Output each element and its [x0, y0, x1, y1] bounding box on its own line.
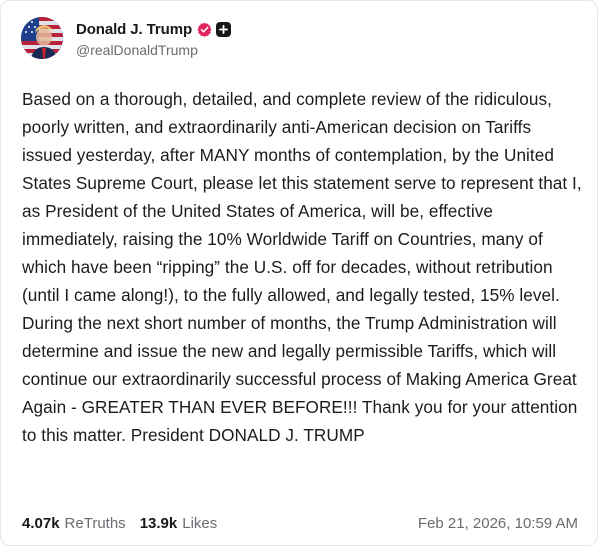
author-identity: Donald J. Trump @realDonaldTrump — [76, 19, 232, 58]
likes-count: 13.9k — [139, 514, 178, 532]
likes-stat[interactable]: 13.9k Likes — [140, 515, 218, 532]
post-header: Donald J. Trump @realDonaldTrump — [21, 15, 232, 61]
post-card: Donald J. Trump @realDonaldTrump Based o… — [0, 0, 598, 546]
plus-badge-icon — [216, 22, 232, 37]
post-body-text: Based on a thorough, detailed, and compl… — [22, 89, 587, 445]
author-handle[interactable]: @realDonaldTrump — [76, 42, 231, 58]
verified-badge-icon — [197, 22, 212, 37]
display-name[interactable]: Donald J. Trump — [76, 21, 192, 38]
retruths-count: 4.07k — [22, 514, 60, 532]
retruths-stat[interactable]: 4.07k ReTruths — [22, 515, 126, 532]
post-timestamp[interactable]: Feb 21, 2026, 10:59 AM — [418, 515, 578, 532]
avatar[interactable] — [21, 17, 63, 59]
post-footer: 4.07k ReTruths 13.9k Likes Feb 21, 2026,… — [22, 512, 578, 534]
name-row: Donald J. Trump — [76, 19, 232, 41]
likes-label: Likes — [182, 514, 218, 532]
retruths-label: ReTruths — [64, 514, 126, 532]
avatar-image — [21, 17, 63, 59]
